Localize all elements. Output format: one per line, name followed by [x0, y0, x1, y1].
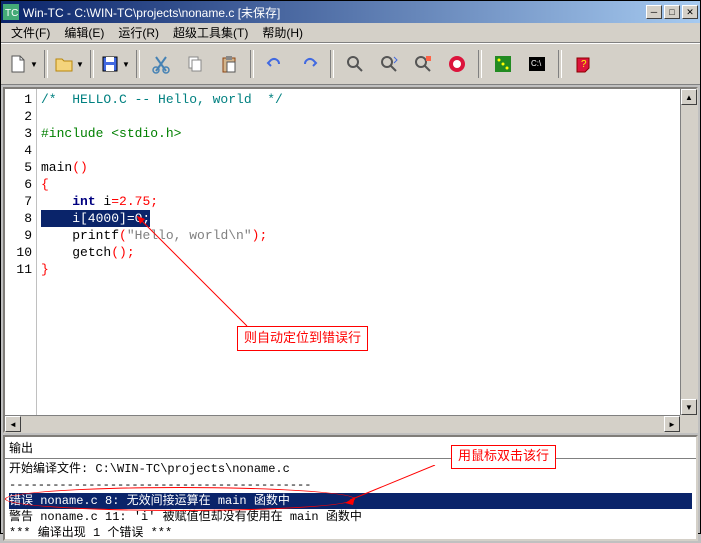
line-number: 2	[5, 108, 32, 125]
line-number: 8	[5, 210, 32, 227]
output-panel: 输出 开始编译文件: C:\WIN-TC\projects\noname.c -…	[3, 435, 698, 541]
redo-button[interactable]	[293, 48, 325, 80]
line-number: 5	[5, 159, 32, 176]
line-number: 9	[5, 227, 32, 244]
code-var: i	[96, 194, 112, 209]
undo-button[interactable]	[259, 48, 291, 80]
svg-text:?: ?	[581, 59, 587, 70]
toolbar-separator	[250, 50, 254, 78]
titlebar: TC Win-TC - C:\WIN-TC\projects\noname.c …	[1, 1, 700, 23]
line-number: 3	[5, 125, 32, 142]
scroll-right-button[interactable]: ►	[664, 416, 680, 432]
code-op: =	[111, 194, 119, 209]
find-next-button[interactable]	[373, 48, 405, 80]
output-warning-line[interactable]: 警告 noname.c 11: 'i' 被赋值但却没有使用在 main 函数中	[9, 509, 692, 525]
line-number: 4	[5, 142, 32, 159]
toolbar-separator	[478, 50, 482, 78]
toolbar-separator	[44, 50, 48, 78]
scroll-down-button[interactable]: ▼	[681, 399, 697, 415]
dropdown-arrow-icon: ▼	[30, 60, 38, 69]
line-number: 6	[5, 176, 32, 193]
code-op: ;	[150, 194, 158, 209]
scroll-left-button[interactable]: ◄	[5, 416, 21, 432]
run-button[interactable]	[487, 48, 519, 80]
annotation-double-click: 用鼠标双击该行	[451, 445, 556, 469]
terminal-button[interactable]: C:\	[521, 48, 553, 80]
menubar: 文件(F) 编辑(E) 运行(R) 超级工具集(T) 帮助(H)	[1, 23, 700, 43]
find-button[interactable]	[339, 48, 371, 80]
toolbar-separator	[330, 50, 334, 78]
vertical-scrollbar[interactable]: ▲ ▼	[680, 89, 696, 431]
toolbar-separator	[90, 50, 94, 78]
minimize-button[interactable]: ─	[646, 5, 662, 19]
dropdown-arrow-icon: ▼	[76, 60, 84, 69]
help-button[interactable]: ?	[567, 48, 599, 80]
output-title: 输出	[5, 437, 696, 459]
maximize-button[interactable]: □	[664, 5, 680, 19]
window-title: Win-TC - C:\WIN-TC\projects\noname.c [未保…	[23, 4, 646, 21]
menu-help[interactable]: 帮助(H)	[256, 22, 309, 43]
line-number: 1	[5, 91, 32, 108]
code-op: ;	[127, 245, 135, 260]
menu-file[interactable]: 文件(F)	[5, 22, 56, 43]
compile-button[interactable]	[441, 48, 473, 80]
annotation-auto-locate: 则自动定位到错误行	[237, 326, 368, 351]
code-preproc: #include <stdio.h>	[41, 126, 181, 141]
code-op: ()	[111, 245, 127, 260]
cut-button[interactable]	[145, 48, 177, 80]
svg-text:TC: TC	[5, 8, 18, 19]
code-func: printf	[72, 228, 119, 243]
annotation-arrow	[137, 216, 257, 336]
line-gutter: 1 2 3 4 5 6 7 8 9 10 11	[5, 89, 37, 431]
code-func: main	[41, 160, 72, 175]
code-brace: {	[41, 177, 49, 192]
output-body[interactable]: 开始编译文件: C:\WIN-TC\projects\noname.c ----…	[5, 459, 696, 543]
paste-button[interactable]	[213, 48, 245, 80]
highlighted-error-line: i[4000]=0;	[41, 210, 150, 227]
close-button[interactable]: ✕	[682, 5, 698, 19]
code-number: 2.75	[119, 194, 150, 209]
window-controls: ─ □ ✕	[646, 5, 698, 19]
toolbar: ▼ ▼ ▼ C:\ ?	[1, 43, 700, 85]
scroll-up-button[interactable]: ▲	[681, 89, 697, 105]
dropdown-arrow-icon: ▼	[122, 60, 130, 69]
scroll-corner	[680, 415, 696, 431]
menu-edit[interactable]: 编辑(E)	[58, 22, 110, 43]
code-op: ;	[259, 228, 267, 243]
code-content[interactable]: /* HELLO.C -- Hello, world */ #include <…	[37, 89, 680, 431]
annotation-arrow-2	[345, 465, 445, 505]
line-number: 10	[5, 244, 32, 261]
code-comment: /* HELLO.C -- Hello, world */	[41, 92, 283, 107]
code-op: (	[119, 228, 127, 243]
line-number: 11	[5, 261, 32, 278]
app-icon: TC	[3, 4, 19, 20]
menu-tools[interactable]: 超级工具集(T)	[167, 22, 254, 43]
horizontal-scrollbar[interactable]: ◄ ►	[5, 415, 680, 431]
code-editor[interactable]: 1 2 3 4 5 6 7 8 9 10 11 /* HELLO.C -- He…	[3, 87, 698, 433]
line-number: 7	[5, 193, 32, 210]
output-summary: *** 编译出现 1 个错误 ***	[9, 525, 692, 541]
toolbar-separator	[136, 50, 140, 78]
svg-text:C:\: C:\	[531, 59, 542, 68]
open-file-button[interactable]: ▼	[53, 48, 85, 80]
code-brace: }	[41, 262, 49, 277]
toolbar-separator	[558, 50, 562, 78]
copy-button[interactable]	[179, 48, 211, 80]
save-button[interactable]: ▼	[99, 48, 131, 80]
new-file-button[interactable]: ▼	[7, 48, 39, 80]
code-keyword: int	[72, 194, 95, 209]
replace-button[interactable]	[407, 48, 439, 80]
code-func: getch	[72, 245, 111, 260]
menu-run[interactable]: 运行(R)	[112, 22, 165, 43]
code-op: ()	[72, 160, 88, 175]
